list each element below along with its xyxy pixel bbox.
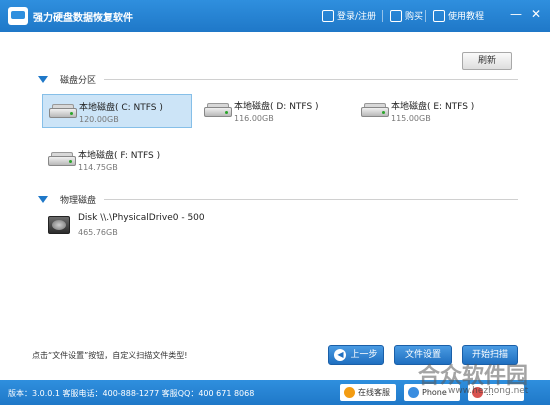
partition-item-f[interactable]: 本地磁盘( F: NTFS ) 114.75GB bbox=[42, 143, 192, 177]
physical-section-header: 物理磁盘 bbox=[38, 193, 518, 206]
partition-item-d[interactable]: 本地磁盘( D: NTFS ) 116.00GB bbox=[198, 94, 348, 128]
partition-size: 116.00GB bbox=[234, 114, 274, 123]
app-title: 强力硬盘数据恢复软件 bbox=[33, 13, 133, 24]
online-service-label: 在线客服 bbox=[358, 388, 390, 397]
buy-link[interactable]: 购买 bbox=[390, 9, 423, 22]
partition-name: 本地磁盘( D: NTFS ) bbox=[234, 102, 319, 112]
partition-size: 120.00GB bbox=[79, 115, 119, 124]
partition-size: 115.00GB bbox=[391, 114, 431, 123]
refresh-button[interactable]: 刷新 bbox=[462, 52, 512, 70]
chat-icon bbox=[344, 387, 355, 398]
physical-disk-size: 465.76GB bbox=[78, 228, 118, 237]
partition-item-e[interactable]: 本地磁盘( E: NTFS ) 115.00GB bbox=[355, 94, 505, 128]
tutorial-link[interactable]: 使用教程 bbox=[433, 9, 484, 22]
header-divider bbox=[382, 10, 383, 22]
collapse-triangle-icon[interactable] bbox=[38, 76, 48, 83]
hard-drive-icon bbox=[49, 104, 77, 118]
hard-drive-icon bbox=[361, 103, 389, 117]
partition-size: 114.75GB bbox=[78, 163, 118, 172]
section-divider bbox=[104, 199, 518, 200]
partitions-section-title: 磁盘分区 bbox=[60, 76, 97, 86]
collapse-triangle-icon[interactable] bbox=[38, 196, 48, 203]
physical-disk-name: Disk \\.\PhysicalDrive0 - 500 bbox=[78, 213, 205, 223]
online-service-button[interactable]: 在线客服 bbox=[340, 384, 396, 401]
section-divider bbox=[104, 79, 518, 80]
physical-disk-icon bbox=[48, 216, 70, 234]
user-icon bbox=[322, 9, 334, 22]
previous-step-button[interactable]: ◀ 上一步 bbox=[328, 345, 384, 365]
header-divider bbox=[425, 10, 426, 22]
hard-drive-icon bbox=[48, 152, 76, 166]
partition-name: 本地磁盘( F: NTFS ) bbox=[78, 151, 161, 161]
version-contact-info: 版本：3.0.0.1 客服电话：400-888-1277 客服QQ：400 67… bbox=[8, 389, 255, 398]
partition-name: 本地磁盘( E: NTFS ) bbox=[391, 102, 475, 112]
book-icon bbox=[433, 9, 445, 22]
physical-disk-item[interactable]: Disk \\.\PhysicalDrive0 - 500 465.76GB bbox=[42, 208, 205, 242]
partitions-section-header: 磁盘分区 bbox=[38, 73, 518, 86]
watermark-url: www.hezhong.net bbox=[448, 386, 529, 396]
tutorial-label: 使用教程 bbox=[448, 12, 485, 22]
title-bar: 强力硬盘数据恢复软件 登录/注册 购买 使用教程 — ✕ bbox=[0, 0, 550, 32]
cart-icon bbox=[390, 9, 402, 22]
hint-text: 点击“文件设置”按钮，自定义扫描文件类型! bbox=[32, 351, 188, 360]
close-button[interactable]: ✕ bbox=[529, 7, 543, 21]
login-register-label: 登录/注册 bbox=[337, 12, 377, 22]
previous-step-label: 上一步 bbox=[350, 350, 378, 360]
physical-section-title: 物理磁盘 bbox=[60, 196, 97, 206]
login-register-link[interactable]: 登录/注册 bbox=[322, 9, 376, 22]
partition-name: 本地磁盘( C: NTFS ) bbox=[79, 103, 163, 113]
partition-item-c[interactable]: 本地磁盘( C: NTFS ) 120.00GB bbox=[42, 94, 192, 128]
arrow-left-icon: ◀ bbox=[334, 348, 347, 361]
minimize-button[interactable]: — bbox=[509, 7, 523, 21]
app-logo-icon bbox=[8, 7, 28, 25]
hard-drive-icon bbox=[204, 103, 232, 117]
buy-label: 购买 bbox=[405, 12, 424, 22]
